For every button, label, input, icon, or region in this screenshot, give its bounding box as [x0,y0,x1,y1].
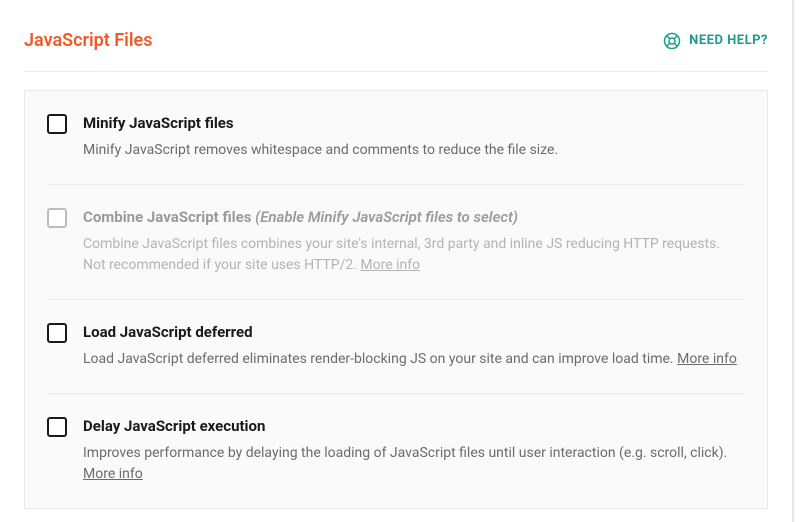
more-info-link[interactable]: More info [677,351,737,367]
option-title: Combine JavaScript files (Enable Minify … [83,207,745,228]
checkbox-minify-js[interactable] [47,114,67,134]
options-panel: Minify JavaScript files Minify JavaScrip… [24,90,768,509]
help-icon [663,32,681,50]
option-desc: Load JavaScript deferred eliminates rend… [83,349,745,371]
option-note: (Enable Minify JavaScript files to selec… [255,208,518,226]
option-title: Load JavaScript deferred [83,322,745,343]
more-info-link[interactable]: More info [83,466,143,482]
option-defer-js: Load JavaScript deferred Load JavaScript… [47,300,745,394]
checkbox-combine-js [47,208,67,228]
option-desc: Improves performance by delaying the loa… [83,443,745,486]
option-combine-js: Combine JavaScript files (Enable Minify … [47,185,745,300]
more-info-link[interactable]: More info [360,257,420,273]
option-title: Delay JavaScript execution [83,416,745,437]
checkbox-delay-js[interactable] [47,417,67,437]
need-help-link[interactable]: NEED HELP? [663,32,768,50]
option-desc: Minify JavaScript removes whitespace and… [83,140,745,162]
need-help-label: NEED HELP? [689,33,768,48]
section-title: JavaScript Files [24,30,152,51]
option-minify-js: Minify JavaScript files Minify JavaScrip… [47,91,745,185]
checkbox-defer-js[interactable] [47,323,67,343]
option-delay-js: Delay JavaScript execution Improves perf… [47,394,745,508]
section-header: JavaScript Files NEED HELP? [24,30,768,72]
option-desc: Combine JavaScript files combines your s… [83,234,745,277]
option-title: Minify JavaScript files [83,113,745,134]
